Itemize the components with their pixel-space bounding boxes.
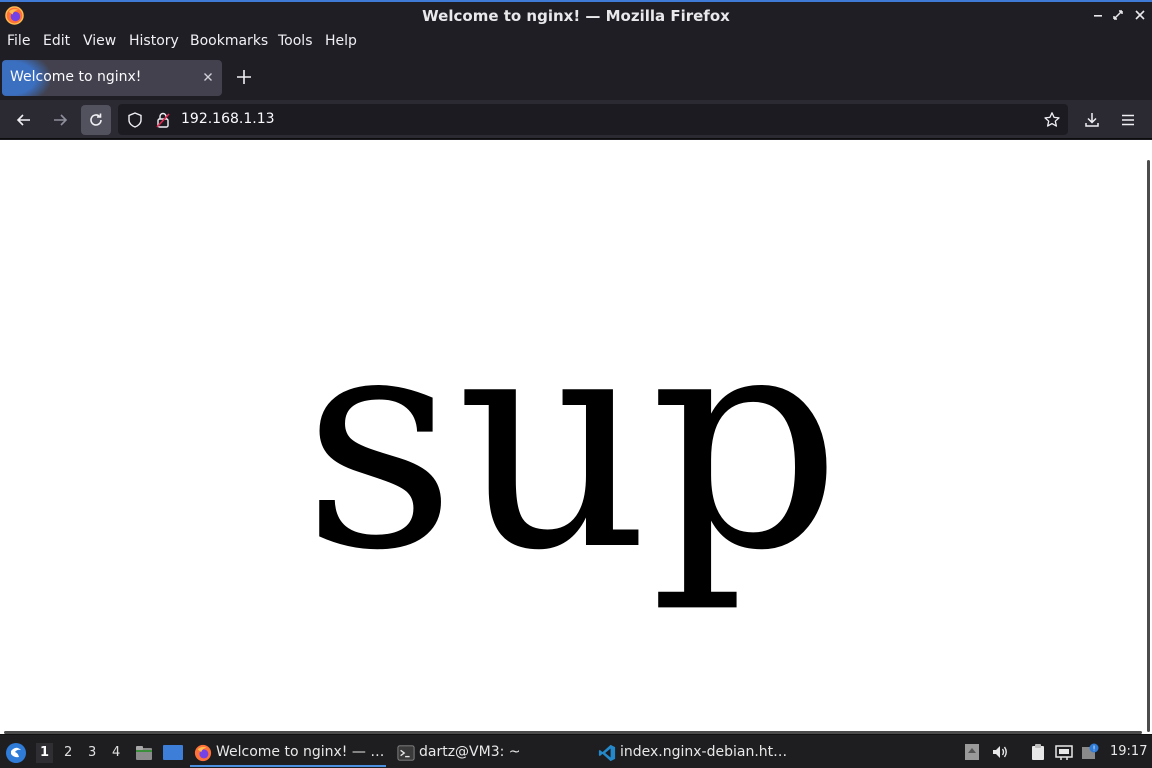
task-label: index.nginx-debian.ht… — [620, 744, 788, 760]
arrow-left-icon — [16, 114, 30, 126]
workspace-3[interactable]: 3 — [88, 745, 96, 760]
notifications-icon[interactable]: ! — [1081, 743, 1099, 761]
close-window-button[interactable] — [1131, 6, 1149, 24]
new-tab-button[interactable] — [234, 67, 254, 87]
window-title: Welcome to nginx! — Mozilla Firefox — [422, 7, 730, 25]
file-manager-icon[interactable] — [134, 743, 154, 763]
workspace-4[interactable]: 4 — [112, 745, 120, 760]
page-body-text: sup — [302, 267, 842, 616]
taskbar-clock[interactable]: 19:17 — [1110, 744, 1147, 759]
app-menu-button[interactable] — [1113, 105, 1143, 135]
insecure-lock-icon[interactable] — [154, 111, 172, 129]
menu-help[interactable]: Help — [325, 33, 357, 49]
volume-icon[interactable] — [991, 743, 1009, 761]
firefox-icon — [194, 744, 212, 762]
active-task-indicator — [190, 765, 386, 767]
tracking-protection-shield-icon[interactable] — [126, 111, 144, 129]
tab-close-button[interactable] — [199, 68, 217, 86]
vscode-icon — [598, 744, 616, 762]
clipboard-icon[interactable] — [1029, 743, 1047, 761]
url-text[interactable]: 192.168.1.13 — [181, 111, 275, 127]
menu-bookmarks[interactable]: Bookmarks — [190, 33, 268, 49]
back-button[interactable] — [9, 105, 39, 135]
close-icon — [204, 73, 212, 81]
maximize-window-button[interactable] — [1109, 6, 1127, 24]
menu-view[interactable]: View — [83, 33, 116, 49]
task-vscode[interactable]: index.nginx-debian.ht… — [594, 739, 804, 767]
network-wired-icon[interactable] — [1055, 743, 1073, 761]
menu-edit[interactable]: Edit — [43, 33, 70, 49]
minimize-window-button[interactable] — [1089, 6, 1107, 24]
download-icon — [1085, 113, 1099, 127]
terminal-icon — [397, 745, 415, 761]
downloads-button[interactable] — [1077, 105, 1107, 135]
arrow-right-icon — [54, 114, 68, 126]
vertical-scrollbar[interactable] — [1147, 160, 1150, 732]
menu-tools[interactable]: Tools — [278, 33, 313, 49]
minimize-icon — [1094, 15, 1102, 17]
tab-label: Welcome to nginx! — [10, 69, 142, 85]
tab-strip: Welcome to nginx! — [0, 54, 1152, 100]
reload-icon — [90, 113, 102, 126]
address-bar[interactable]: 192.168.1.13 — [118, 104, 1068, 135]
task-firefox[interactable]: Welcome to nginx! — … — [190, 739, 386, 767]
navigation-toolbar: 192.168.1.13 — [0, 100, 1152, 139]
workspace-2[interactable]: 2 — [64, 745, 72, 760]
task-label: Welcome to nginx! — … — [216, 744, 385, 760]
desktop-taskbar: 1 2 3 4 Welcome to nginx! — … dartz@VM3:… — [0, 734, 1152, 768]
menu-bar: File Edit View History Bookmarks Tools H… — [0, 29, 1152, 54]
tab-welcome-to-nginx[interactable]: Welcome to nginx! — [2, 60, 222, 96]
svg-text:!: ! — [1093, 745, 1096, 753]
start-menu-icon[interactable] — [5, 742, 27, 764]
menu-file[interactable]: File — [7, 33, 30, 49]
menu-history[interactable]: History — [129, 33, 179, 49]
reload-button[interactable] — [81, 105, 111, 135]
plus-icon — [237, 70, 251, 84]
show-desktop-icon[interactable] — [162, 743, 184, 763]
bookmark-star-icon[interactable] — [1043, 111, 1061, 129]
workspace-1[interactable]: 1 — [36, 743, 54, 763]
forward-button[interactable] — [45, 105, 75, 135]
restore-icon — [1113, 10, 1123, 20]
task-label: dartz@VM3: ~ — [419, 744, 521, 760]
page-content: sup — [0, 140, 1152, 734]
tray-scroll-up-icon[interactable] — [963, 743, 981, 761]
hamburger-menu-icon — [1122, 114, 1134, 126]
task-terminal[interactable]: dartz@VM3: ~ — [393, 739, 573, 767]
close-icon — [1135, 10, 1145, 20]
window-titlebar[interactable]: Welcome to nginx! — Mozilla Firefox — [0, 0, 1152, 29]
